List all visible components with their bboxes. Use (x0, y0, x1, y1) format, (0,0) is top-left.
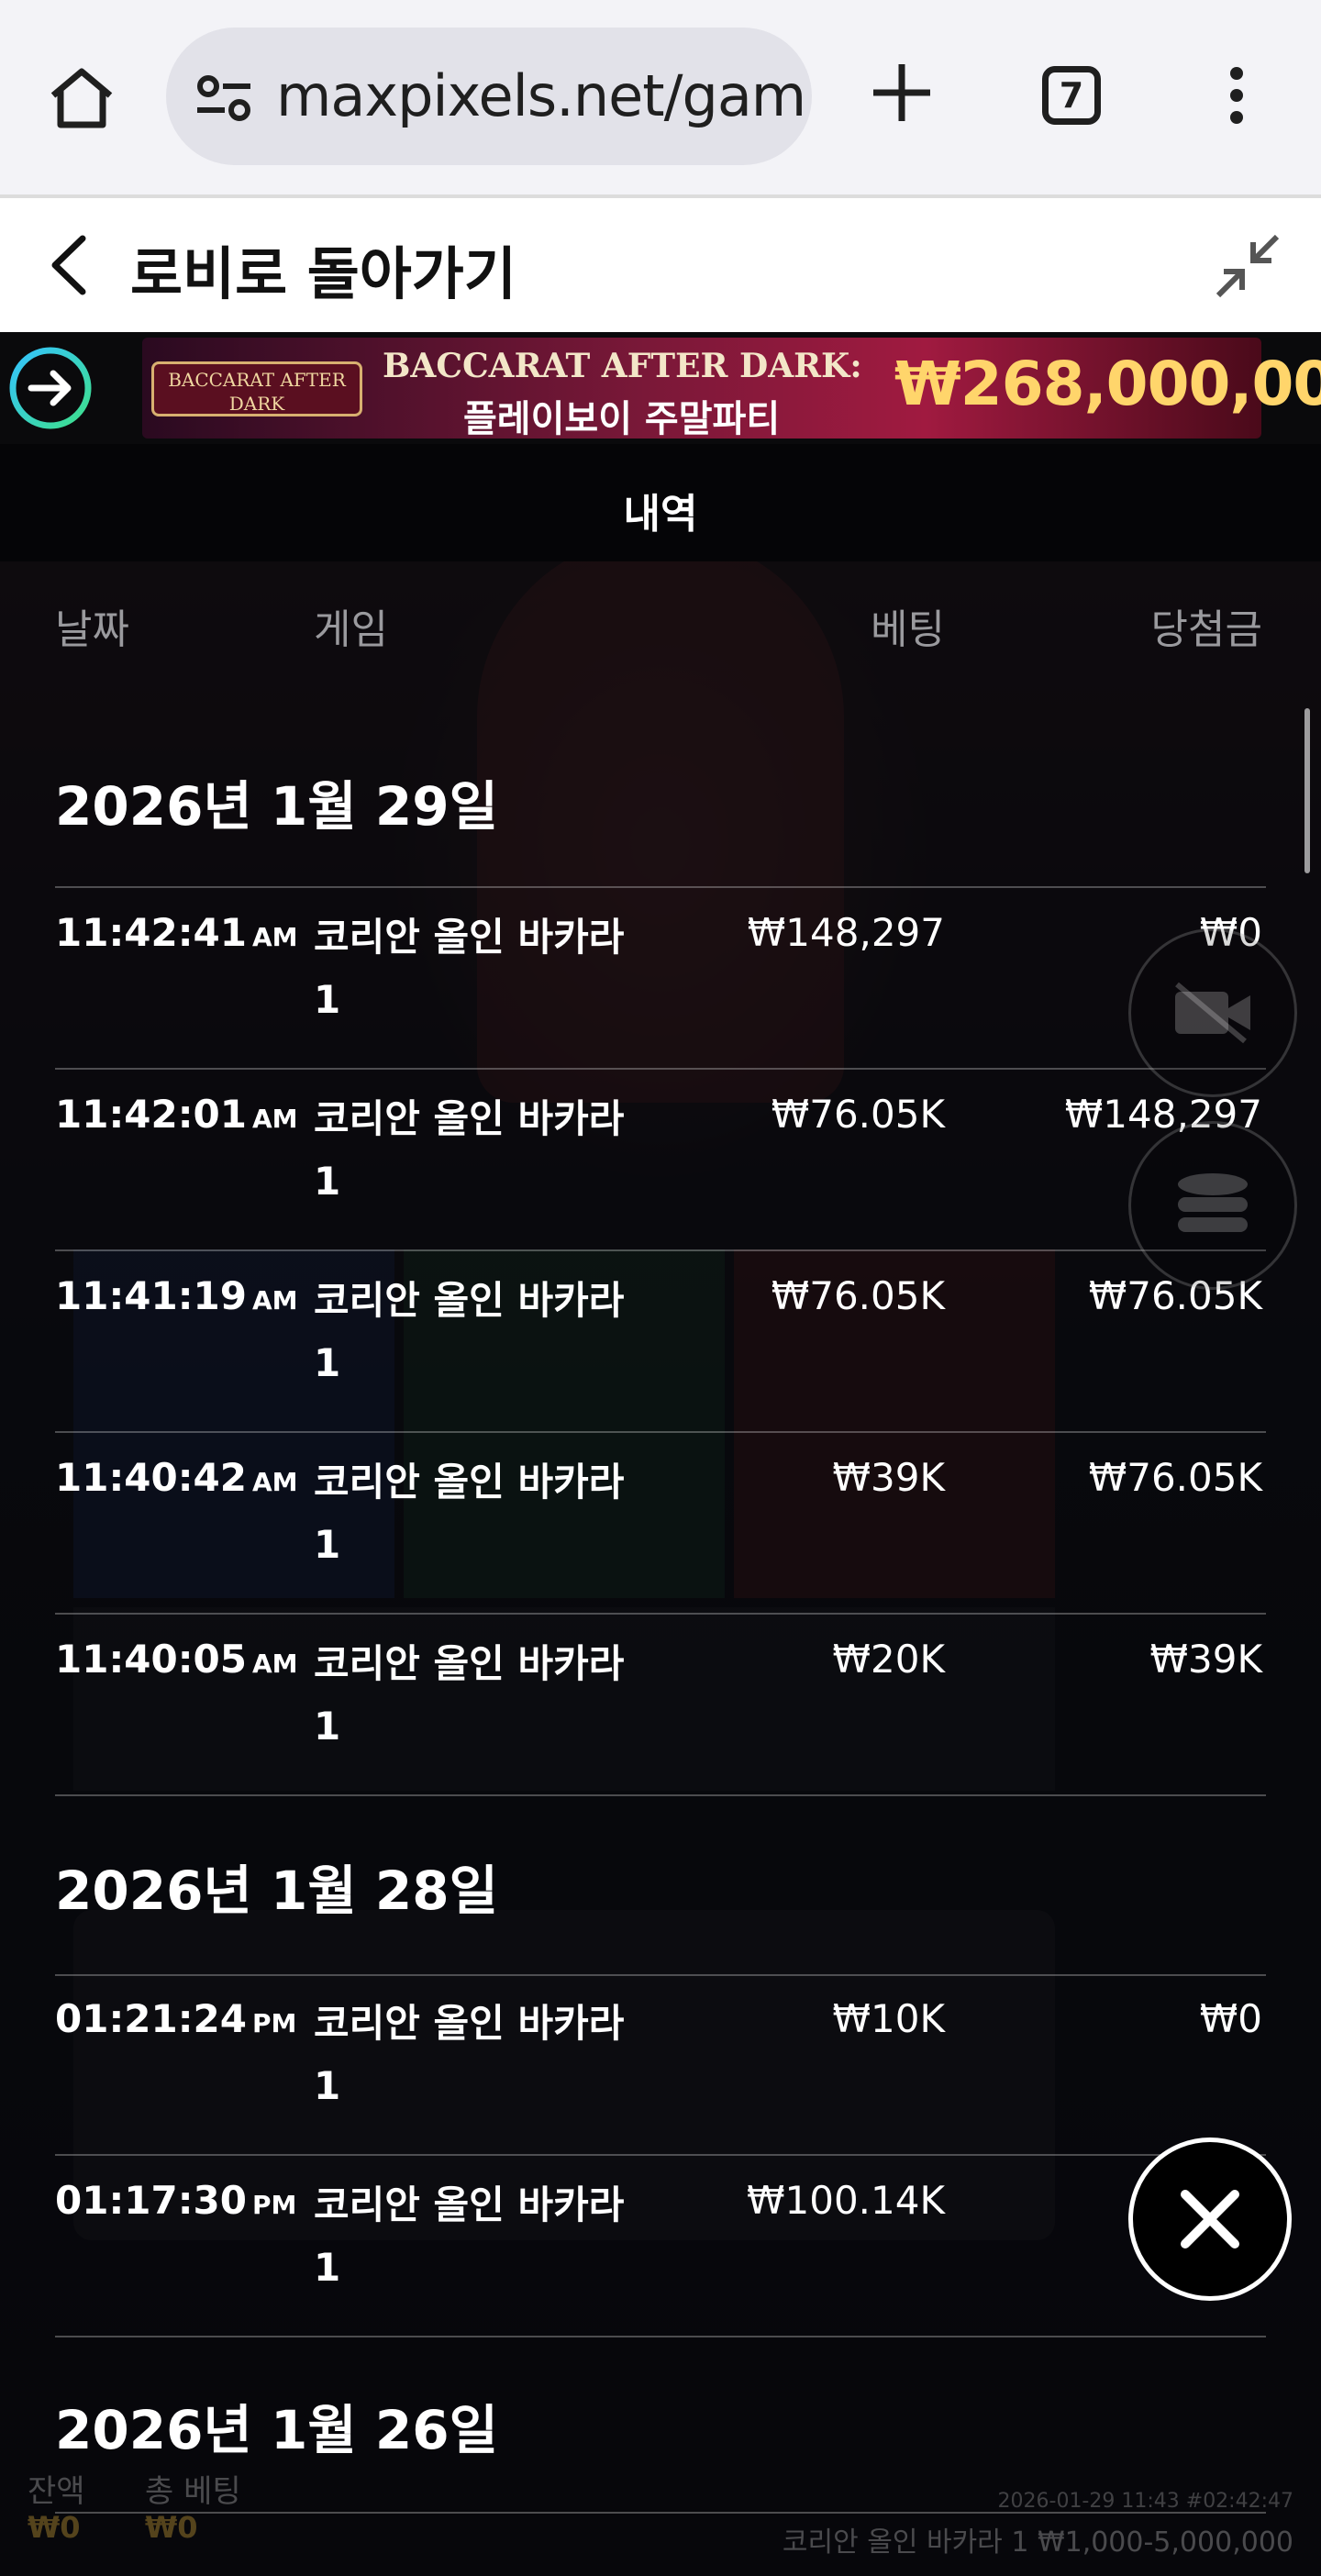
row-time: 11:40:05 AM (55, 1637, 298, 1682)
close-icon (1181, 2190, 1239, 2248)
tab-switcher-button[interactable]: 7 (1042, 66, 1101, 125)
history-header: 내역 (0, 444, 1321, 561)
row-bet: ₩100.14K (746, 2178, 945, 2223)
back-to-lobby-link[interactable]: 로비로 돌아가기 (130, 228, 516, 310)
column-header-date: 날짜 (55, 606, 129, 653)
row-payout: ₩76.05K (1088, 1455, 1262, 1500)
row-game: 코리안 올인 바카라 1 (314, 2001, 625, 2108)
baccarat-after-dark-promo[interactable]: BACCARAT AFTER DARK BACCARAT AFTER DARK:… (142, 338, 1321, 440)
chip-stack-button[interactable] (1128, 1121, 1297, 1290)
history-scrollbar[interactable] (1304, 708, 1310, 873)
home-icon[interactable] (48, 64, 116, 132)
new-tab-icon[interactable] (870, 61, 934, 125)
url-text: maxpixels.net/gam (276, 62, 806, 129)
row-game: 코리안 올인 바카라 1 (314, 1096, 625, 1204)
promo-prize: ₩268,000,000 (894, 349, 1321, 419)
row-game: 코리안 올인 바카라 1 (314, 1278, 625, 1385)
divider (55, 1794, 1266, 1796)
column-header-bet: 베팅 (871, 606, 945, 653)
minimize-icon[interactable] (1213, 231, 1282, 301)
row-game: 코리안 올인 바카라 1 (314, 2182, 625, 2290)
history-title: 내역 (623, 491, 698, 538)
row-time: 11:40:42 AM (55, 1455, 298, 1500)
row-bet: ₩76.05K (771, 1092, 945, 1137)
game-area: BACCARAT AFTER DARK BACCARAT AFTER DARK:… (0, 332, 1321, 2576)
history-row[interactable]: 11:41:19 AM 코리안 올인 바카라 1 ₩76.05K ₩76.05K (0, 1251, 1321, 1431)
row-game: 코리안 올인 바카라 1 (314, 1460, 625, 1567)
promo-logo: BACCARAT AFTER DARK (151, 361, 362, 416)
total-bet-value: ₩0 (145, 2510, 198, 2545)
app-header: 로비로 돌아가기 (0, 194, 1321, 332)
row-game: 코리안 올인 바카라 1 (314, 915, 625, 1022)
balance-value: ₩0 (28, 2510, 81, 2545)
total-bet-label: 총 베팅 (145, 2473, 241, 2510)
row-payout: ₩0 (1199, 1996, 1262, 2041)
chips-icon (1178, 1173, 1248, 1232)
row-time: 11:41:19 AM (55, 1273, 298, 1318)
row-bet: ₩10K (832, 1996, 945, 2041)
column-header-payout: 당첨금 (1150, 606, 1262, 653)
row-bet: ₩148,297 (747, 910, 945, 955)
history-row[interactable]: 01:21:24 PM 코리안 올인 바카라 1 ₩10K ₩0 (0, 1974, 1321, 2154)
row-game: 코리안 올인 바카라 1 (314, 1641, 625, 1749)
history-row[interactable]: 11:40:42 AM 코리안 올인 바카라 1 ₩39K ₩76.05K (0, 1433, 1321, 1613)
site-settings-icon[interactable] (194, 73, 254, 123)
round-meta: 2026-01-29 11:43 #02:42:47 (997, 2490, 1293, 2513)
promo-subline: 플레이보이 주말파티 (463, 398, 781, 440)
video-toggle-button[interactable] (1128, 928, 1297, 1097)
more-options-icon[interactable] (1224, 66, 1249, 125)
row-bet: ₩39K (832, 1455, 945, 1500)
row-payout: ₩39K (1149, 1637, 1262, 1682)
divider (55, 2336, 1266, 2337)
history-row[interactable]: 11:42:41 AM 코리안 올인 바카라 1 ₩148,297 ₩0 (0, 888, 1321, 1068)
column-header-game: 게임 (314, 606, 388, 653)
date-group-header: 2026년 1월 29일 (55, 775, 498, 838)
row-bet: ₩76.05K (771, 1273, 945, 1318)
date-group-header: 2026년 1월 28일 (55, 1860, 498, 1922)
row-time: 01:21:24 PM (55, 1996, 297, 2041)
row-time: 11:42:01 AM (55, 1092, 298, 1137)
history-row[interactable]: 11:40:05 AM 코리안 올인 바카라 1 ₩20K ₩39K (0, 1615, 1321, 1794)
address-bar[interactable]: maxpixels.net/gam (166, 28, 812, 165)
history-row[interactable]: 11:42:01 AM 코리안 올인 바카라 1 ₩76.05K ₩148,297 (0, 1070, 1321, 1249)
date-group-header: 2026년 1월 26일 (55, 2399, 498, 2461)
arrow-right-circle-icon[interactable] (7, 345, 94, 431)
row-time: 11:42:41 AM (55, 910, 298, 955)
browser-toolbar: maxpixels.net/gam 7 (0, 0, 1321, 194)
game-footer: 잔액 ₩0 총 베팅 ₩0 2026-01-29 11:43 #02:42:47… (0, 2460, 1321, 2576)
video-off-icon (1175, 982, 1250, 1044)
row-bet: ₩20K (832, 1637, 945, 1682)
close-history-button[interactable] (1128, 2137, 1292, 2301)
history-row[interactable]: 01:17:30PM 코리안 올인 바카라 1 ₩100.14K ₩0 (0, 2156, 1321, 2336)
promo-headline: BACCARAT AFTER DARK: (383, 347, 862, 385)
row-time: 01:17:30 PM (55, 2178, 297, 2223)
back-arrow-icon[interactable] (46, 233, 92, 297)
balance-label: 잔액 (28, 2473, 85, 2510)
table-info: 코리안 올인 바카라 1 ₩1,000-5,000,000 (782, 2526, 1293, 2559)
promo-banner: BACCARAT AFTER DARK BACCARAT AFTER DARK:… (0, 332, 1321, 444)
